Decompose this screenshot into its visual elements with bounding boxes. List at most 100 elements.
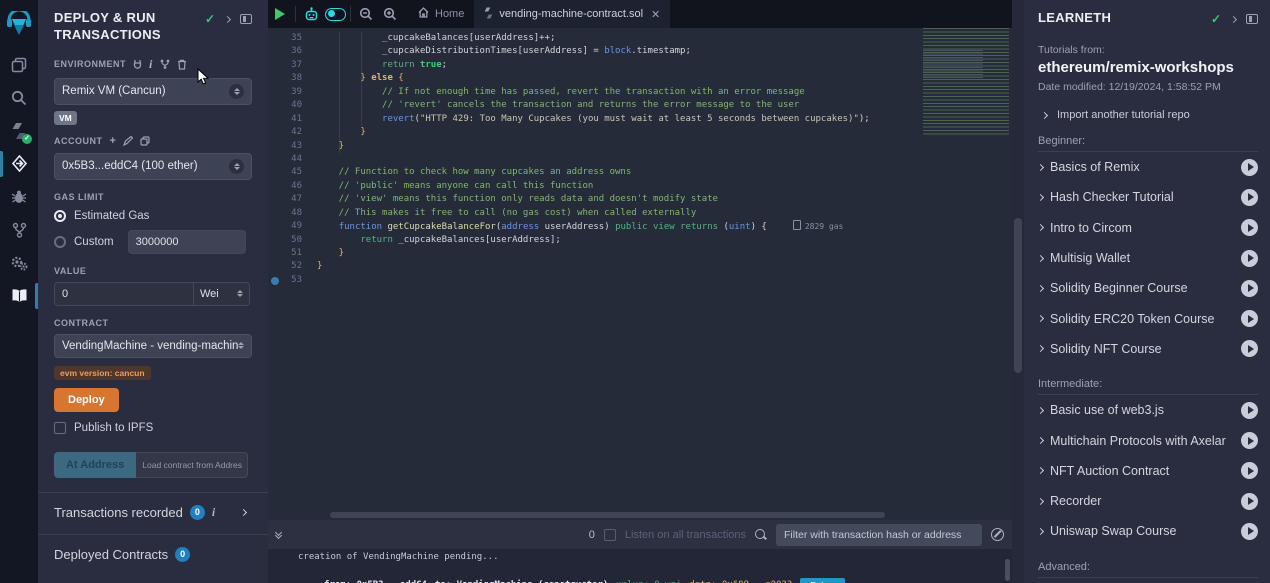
zoom-out-icon[interactable]	[354, 0, 378, 28]
tutorial-play-button[interactable]	[1241, 159, 1258, 176]
terminal-filter-input[interactable]	[776, 524, 982, 546]
tutorial-play-button[interactable]	[1241, 280, 1258, 297]
run-script-button[interactable]	[268, 0, 292, 28]
at-address-input[interactable]: Load contract from Addres	[136, 452, 248, 478]
code-editor[interactable]: 35 _cupcakeBalances[userAddress]++;36 _c…	[268, 28, 1012, 520]
at-address-button[interactable]: At Address	[54, 452, 136, 478]
tutorial-play-button[interactable]	[1241, 462, 1258, 479]
environment-select-arrows-icon[interactable]	[229, 84, 244, 99]
tutorial-item-solidity-nft-course[interactable]: Solidity NFT Course	[1038, 334, 1258, 364]
tutorial-play-button[interactable]	[1241, 340, 1258, 357]
tutorial-play-button[interactable]	[1241, 250, 1258, 267]
terminal-clear-icon[interactable]	[991, 528, 1004, 541]
sign-message-icon[interactable]	[123, 136, 133, 146]
fork-state-icon[interactable]	[160, 59, 170, 69]
remix-logo-icon[interactable]	[0, 6, 38, 42]
debug-button[interactable]: Debug	[800, 578, 845, 583]
tutorial-item-uniswap-swap-course[interactable]: Uniswap Swap Course	[1038, 516, 1258, 546]
deploy-button[interactable]: Deploy	[54, 388, 119, 412]
tutorial-play-button[interactable]	[1241, 402, 1258, 419]
tutorial-item-recorder[interactable]: Recorder	[1038, 486, 1258, 516]
listen-transactions-checkbox[interactable]	[604, 529, 616, 541]
line-number[interactable]: 36	[291, 45, 302, 58]
transactions-expand-icon[interactable]	[240, 509, 247, 516]
account-select-arrows-icon[interactable]	[229, 159, 244, 174]
tutorial-item-solidity-beginner-course[interactable]: Solidity Beginner Course	[1038, 273, 1258, 303]
estimated-gas-radio[interactable]	[54, 210, 66, 222]
line-number[interactable]: 39	[291, 86, 302, 99]
line-number[interactable]: 44	[291, 153, 302, 166]
line-number[interactable]: 42	[291, 126, 302, 139]
file-explorer-icon[interactable]	[0, 48, 38, 81]
tutorial-play-button[interactable]	[1241, 523, 1258, 540]
line-number[interactable]: 38	[291, 72, 302, 85]
editor-horizontal-scrollbar[interactable]	[330, 512, 885, 518]
line-number[interactable]: 50	[291, 234, 302, 247]
line-number[interactable]: 51	[291, 247, 302, 260]
ai-copilot-toggle[interactable]	[323, 0, 347, 28]
line-number[interactable]: 45	[291, 166, 302, 179]
pin-panel-icon[interactable]	[240, 14, 252, 24]
transactions-info-icon[interactable]: i	[212, 505, 215, 520]
line-number[interactable]: 47	[291, 193, 302, 206]
editor-minimap[interactable]	[923, 28, 1009, 136]
import-tutorial-repo-row[interactable]: Import another tutorial repo	[1038, 109, 1258, 121]
line-number[interactable]: 49	[291, 220, 302, 233]
panel-collapse-icon[interactable]	[224, 15, 231, 22]
tutorial-item-basic-use-of-web3-js[interactable]: Basic use of web3.js	[1038, 395, 1258, 425]
line-number[interactable]: 43	[291, 140, 302, 153]
tab-home[interactable]: Home	[408, 0, 474, 28]
tutorial-play-button[interactable]	[1241, 219, 1258, 236]
learneth-collapse-icon[interactable]	[1230, 15, 1237, 22]
value-input[interactable]	[54, 282, 194, 306]
tutorial-play-button[interactable]	[1241, 189, 1258, 206]
line-number[interactable]: 40	[291, 99, 302, 112]
tutorial-item-multisig-wallet[interactable]: Multisig Wallet	[1038, 243, 1258, 273]
terminal-search-icon[interactable]	[755, 529, 767, 541]
deployed-contracts-row[interactable]: Deployed Contracts 0	[54, 547, 252, 562]
account-select[interactable]: 0x5B3...eddC4 (100 ether)	[54, 153, 252, 180]
settings-icon[interactable]	[0, 246, 38, 279]
tutorial-play-button[interactable]	[1241, 310, 1258, 327]
add-account-icon[interactable]: +	[110, 135, 117, 147]
transactions-recorded-row[interactable]: Transactions recorded 0 i	[54, 505, 252, 520]
tutorial-play-button[interactable]	[1241, 432, 1258, 449]
tutorial-item-basics-of-remix[interactable]: Basics of Remix	[1038, 152, 1258, 182]
terminal-vertical-scrollbar[interactable]	[1005, 559, 1010, 581]
search-icon[interactable]	[0, 81, 38, 114]
ai-copilot-icon[interactable]	[299, 0, 323, 28]
plug-icon[interactable]	[133, 59, 142, 69]
tutorial-item-hash-checker-tutorial[interactable]: Hash Checker Tutorial	[1038, 182, 1258, 212]
learneth-book-icon[interactable]	[0, 279, 38, 312]
line-number[interactable]: 37	[291, 59, 302, 72]
line-number[interactable]: 46	[291, 180, 302, 193]
copy-account-icon[interactable]	[140, 136, 150, 146]
tab-vending-machine-contract-sol[interactable]: vending-machine-contract.sol✕	[474, 0, 670, 28]
breakpoint-dot[interactable]	[271, 277, 279, 285]
line-number[interactable]: 53	[291, 274, 302, 287]
tutorial-item-solidity-erc20-token-course[interactable]: Solidity ERC20 Token Course	[1038, 303, 1258, 333]
learneth-pin-icon[interactable]	[1246, 14, 1258, 24]
custom-gas-input[interactable]	[128, 230, 246, 254]
tutorial-item-nft-auction-contract[interactable]: NFT Auction Contract	[1038, 456, 1258, 486]
tutorial-item-all-about-proxy-contracts[interactable]: All about Proxy Contracts	[1038, 578, 1258, 583]
git-icon[interactable]	[0, 213, 38, 246]
line-number[interactable]: 48	[291, 207, 302, 220]
terminal-collapse-icon[interactable]	[276, 532, 281, 538]
tutorial-play-button[interactable]	[1241, 493, 1258, 510]
custom-gas-radio[interactable]	[54, 236, 66, 248]
environment-select[interactable]: Remix VM (Cancun)	[54, 78, 252, 105]
environment-info-icon[interactable]: i	[149, 57, 153, 72]
debugger-icon[interactable]	[0, 180, 38, 213]
right-panel-scrollbar[interactable]	[1012, 0, 1024, 583]
tutorial-item-intro-to-circom[interactable]: Intro to Circom	[1038, 213, 1258, 243]
line-number[interactable]: 35	[291, 32, 302, 45]
deploy-run-icon[interactable]	[0, 147, 38, 180]
contract-select[interactable]: VendingMachine - vending-machin	[54, 334, 252, 358]
delete-state-icon[interactable]	[177, 59, 187, 70]
right-panel-scrollbar-thumb[interactable]	[1014, 218, 1022, 373]
line-number[interactable]: 41	[291, 113, 302, 126]
value-unit-select[interactable]: Wei	[194, 282, 250, 306]
publish-ipfs-checkbox[interactable]	[54, 422, 66, 434]
line-number[interactable]: 52	[291, 260, 302, 273]
